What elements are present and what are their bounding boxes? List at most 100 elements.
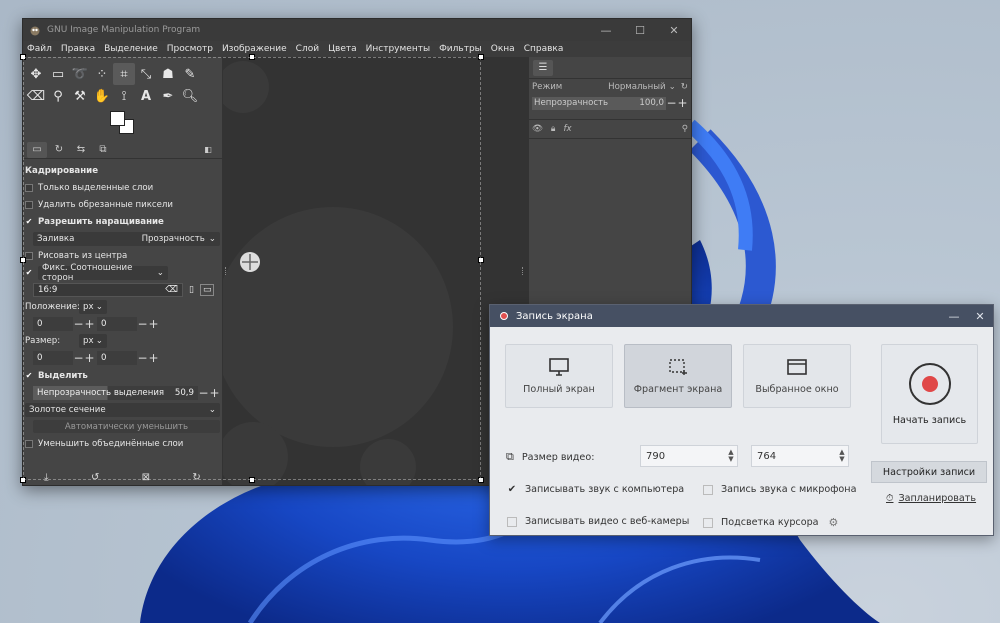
mode-selected-window[interactable]: Выбранное окно — [743, 344, 851, 408]
menu-tools[interactable]: Инструменты — [366, 44, 430, 54]
reset-mode-icon[interactable]: ↻ — [681, 82, 688, 92]
close-icon[interactable]: ✕ — [967, 310, 993, 323]
checkbox[interactable] — [703, 484, 713, 495]
paths-tool-icon[interactable]: ⟟ — [113, 85, 135, 107]
crop-handle[interactable] — [478, 257, 484, 263]
start-recording-button[interactable]: Начать запись — [881, 344, 978, 444]
minimize-icon[interactable]: — — [589, 24, 623, 37]
undo-history-tab-icon[interactable]: ⇆ — [71, 142, 91, 158]
spin-arrows-icon[interactable]: ▲ ▼ — [725, 449, 737, 463]
image-canvas[interactable] — [223, 57, 528, 485]
portrait-icon[interactable]: ▯ — [189, 285, 194, 295]
menu-image[interactable]: Изображение — [222, 44, 287, 54]
ratio-input[interactable]: 16:9 ⌫ — [33, 282, 183, 297]
plus-icon[interactable]: + — [148, 317, 159, 331]
fx-icon[interactable]: fx — [564, 124, 572, 134]
schedule-link[interactable]: ⏱ Запланировать — [886, 493, 976, 504]
position-unit-combo[interactable]: px ⌄ — [79, 299, 107, 314]
foreground-color-swatch[interactable] — [110, 111, 125, 126]
save-options-icon[interactable]: ⤓ — [44, 472, 48, 483]
minus-icon[interactable]: − — [73, 317, 84, 331]
recording-settings-button[interactable]: Настройки записи — [871, 461, 987, 483]
highlight-option[interactable]: ✔ Выделить — [23, 367, 222, 384]
paintbrush-tool-icon[interactable]: ✎ — [179, 63, 201, 85]
tab-menu-icon[interactable]: ◧ — [198, 142, 218, 158]
plus-icon[interactable]: + — [209, 386, 220, 400]
record-mic-option[interactable]: Запись звука с микрофона — [703, 484, 856, 495]
crop-handle[interactable] — [249, 477, 255, 483]
layer-opacity-slider[interactable]: Непрозрачность 100,0 — [532, 96, 666, 110]
menu-layer[interactable]: Слой — [296, 44, 319, 54]
color-swatches[interactable] — [23, 107, 222, 141]
minus-icon[interactable]: − — [73, 351, 84, 365]
checkmark-icon[interactable]: ✔ — [25, 371, 33, 380]
delete-options-icon[interactable]: ⊠ — [142, 472, 150, 483]
reset-options-icon[interactable]: ↻ — [192, 472, 200, 483]
plus-icon[interactable]: + — [84, 351, 95, 365]
maximize-icon[interactable]: ☐ — [623, 24, 657, 37]
minus-icon[interactable]: − — [137, 351, 148, 365]
crop-tool-icon[interactable]: ⌗ — [113, 63, 135, 85]
chevron-down-icon[interactable]: ⌄ — [669, 82, 676, 92]
only-selected-layer-option[interactable]: Только выделенные слои — [23, 179, 222, 196]
restore-options-icon[interactable]: ↺ — [91, 472, 99, 483]
fuzzy-select-tool-icon[interactable]: ⁘ — [91, 63, 113, 85]
checkmark-icon[interactable]: ✔ — [507, 484, 517, 495]
position-y-input[interactable]: 0 — [97, 316, 137, 331]
shrink-merged-option[interactable]: Уменьшить объединённые слои — [23, 435, 222, 452]
mode-value[interactable]: Нормальный — [608, 82, 665, 92]
clone-tool-icon[interactable]: ⚲ — [47, 85, 69, 107]
fixed-ratio-combo[interactable]: Фикс. Соотношение сторон ⌄ — [38, 263, 168, 283]
allow-growing-option[interactable]: ✔ Разрешить наращивание — [23, 213, 222, 230]
lasso-tool-icon[interactable]: ➰ — [69, 63, 91, 85]
checkbox[interactable] — [507, 516, 517, 527]
record-webcam-option[interactable]: Записывать видео с веб-камеры — [507, 516, 689, 527]
checkbox[interactable] — [25, 439, 33, 448]
gear-icon[interactable]: ⚙ — [829, 516, 839, 529]
checkmark-icon[interactable]: ✔ — [25, 268, 33, 277]
minus-icon[interactable]: − — [198, 386, 209, 400]
crop-handle[interactable] — [249, 54, 255, 60]
minus-icon[interactable]: − — [666, 96, 677, 110]
cursor-highlight-option[interactable]: Подсветка курсора ⚙ — [703, 516, 838, 529]
transform-tool-icon[interactable]: ⤡ — [135, 63, 157, 85]
heal-tool-icon[interactable]: ⚒ — [69, 85, 91, 107]
landscape-icon[interactable]: ▭ — [199, 283, 215, 296]
color-picker-tool-icon[interactable]: ✒ — [157, 85, 179, 107]
lock-icon[interactable]: 🔒︎ — [551, 124, 556, 134]
menu-select[interactable]: Выделение — [104, 44, 158, 54]
draw-from-center-option[interactable]: Рисовать из центра — [23, 247, 222, 264]
menu-filters[interactable]: Фильтры — [439, 44, 482, 54]
crop-handle[interactable] — [20, 257, 26, 263]
text-tool-icon[interactable]: A — [135, 85, 157, 107]
position-x-input[interactable]: 0 — [33, 316, 73, 331]
plus-icon[interactable]: + — [148, 351, 159, 365]
minus-icon[interactable]: − — [137, 317, 148, 331]
guides-combo[interactable]: Золотое сечение ⌄ — [25, 402, 220, 417]
menu-windows[interactable]: Окна — [491, 44, 515, 54]
eye-icon[interactable]: 👁︎ — [532, 124, 543, 134]
checkbox[interactable] — [25, 183, 33, 192]
video-width-input[interactable]: 790 ▲ ▼ — [640, 445, 738, 467]
size-h-input[interactable]: 0 — [97, 350, 137, 365]
menu-colors[interactable]: Цвета — [328, 44, 357, 54]
menu-file[interactable]: Файл — [27, 44, 52, 54]
auto-shrink-button[interactable]: Автоматически уменьшить — [33, 420, 220, 433]
crop-handle[interactable] — [20, 477, 26, 483]
menu-view[interactable]: Просмотр — [167, 44, 213, 54]
spin-arrows-icon[interactable]: ▲ ▼ — [836, 449, 848, 463]
layers-tab-icon[interactable]: ☰ — [533, 59, 553, 76]
crop-handle[interactable] — [20, 54, 26, 60]
checkbox[interactable] — [703, 517, 713, 528]
smudge-tool-icon[interactable]: ✋ — [91, 85, 113, 107]
eraser-tool-icon[interactable]: ⌫ — [25, 85, 47, 107]
zoom-tool-icon[interactable]: 🔍︎ — [179, 85, 201, 107]
delete-cropped-option[interactable]: Удалить обрезанные пиксели — [23, 196, 222, 213]
crop-handle[interactable] — [478, 54, 484, 60]
tool-options-tab-icon[interactable]: ▭ — [27, 141, 47, 158]
search-icon[interactable]: ⚲ — [682, 124, 688, 134]
images-tab-icon[interactable]: ⧉ — [93, 142, 113, 158]
highlight-opacity-slider[interactable]: Непрозрачность выделения 50,9 — [33, 385, 198, 400]
warp-tool-icon[interactable]: ☗ — [157, 63, 179, 85]
record-system-sound-option[interactable]: ✔ Записывать звук с компьютера — [507, 484, 684, 495]
